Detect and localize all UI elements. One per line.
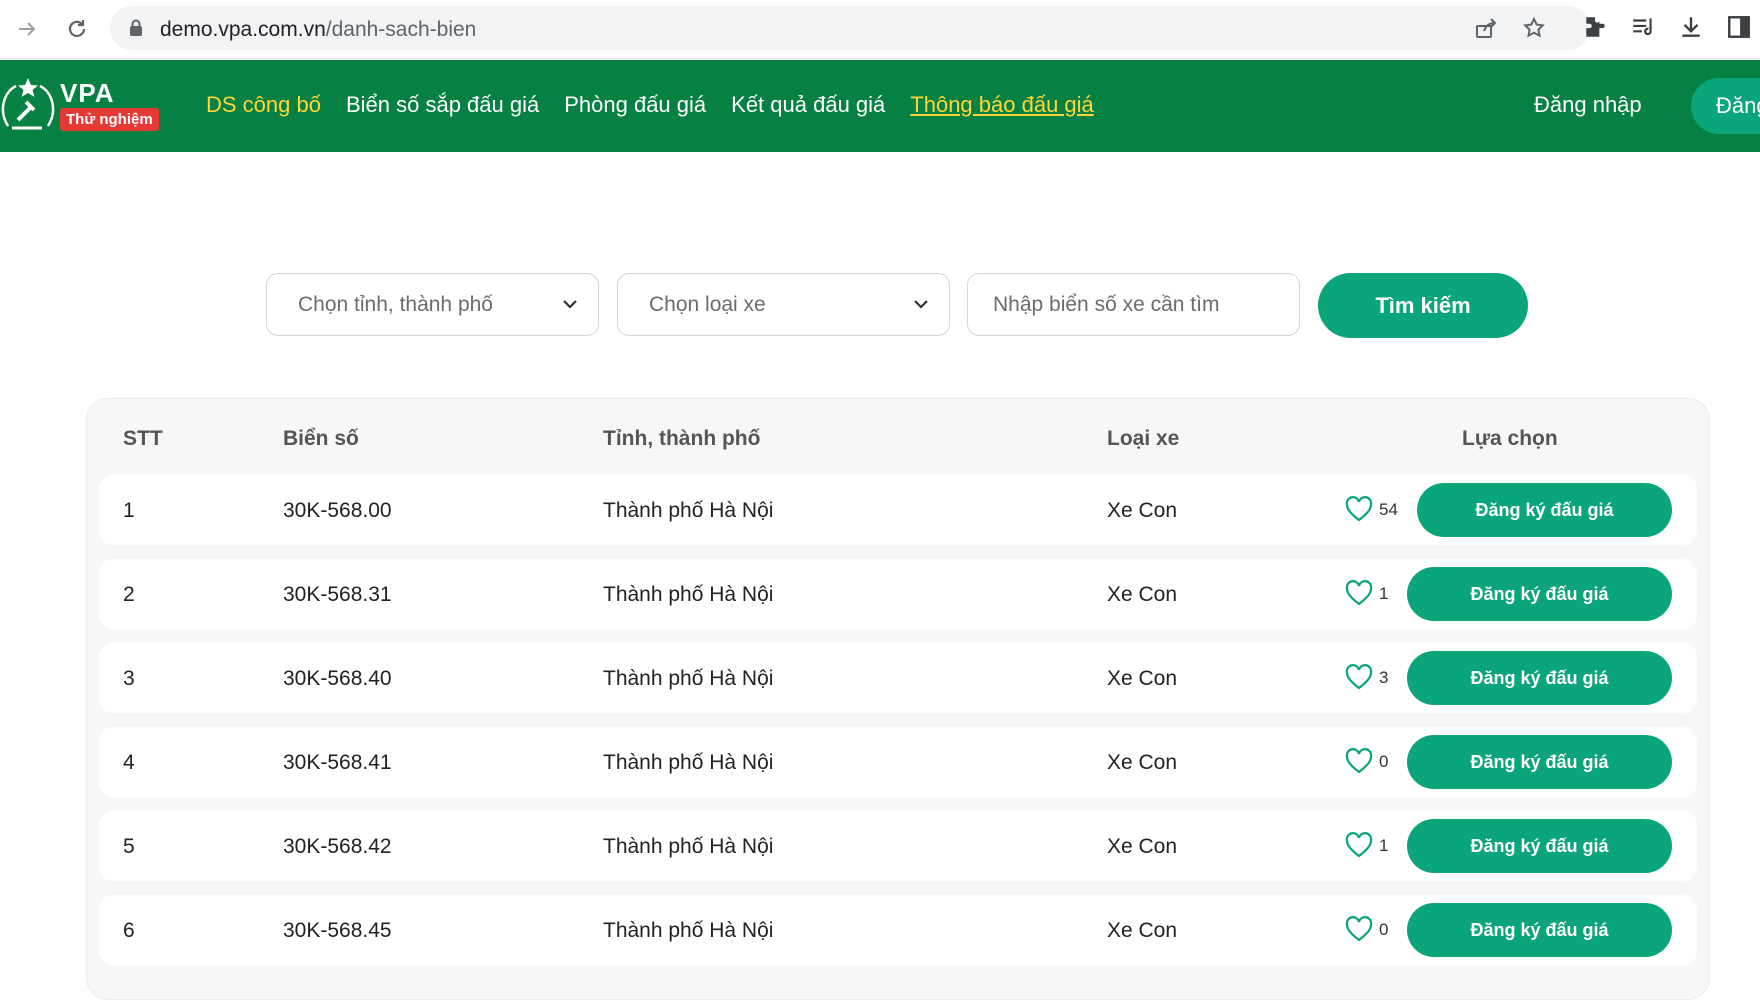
download-icon[interactable] [1678, 14, 1706, 42]
cell-plate: 30K-568.40 [283, 667, 392, 690]
like-count: 3 [1379, 668, 1389, 687]
table-row: 4 30K-568.41 Thành phố Hà Nội Xe Con 0 Đ… [99, 727, 1697, 797]
nav-thong-bao-dau-gia[interactable]: Thông báo đấu giá [910, 92, 1094, 118]
register-auction-button[interactable]: Đăng ký đấu giá [1407, 567, 1672, 621]
plate-search-input[interactable]: Nhập biển số xe cần tìm [967, 273, 1300, 336]
heart-icon[interactable] [1345, 832, 1373, 858]
cell-stt: 3 [123, 667, 135, 690]
cell-vehicle-type: Xe Con [1107, 499, 1178, 522]
like-count: 1 [1379, 584, 1389, 603]
register-auction-button[interactable]: Đăng ký đấu giá [1407, 651, 1672, 705]
cell-plate: 30K-568.45 [283, 919, 392, 942]
cell-province: Thành phố Hà Nội [603, 751, 774, 774]
cell-province: Thành phố Hà Nội [603, 835, 774, 858]
heart-icon[interactable] [1345, 664, 1373, 690]
table-row: 3 30K-568.40 Thành phố Hà Nội Xe Con 3 Đ… [99, 643, 1697, 713]
vehicle-type-select[interactable]: Chọn loại xe [617, 273, 950, 336]
nav-phong-dau-gia[interactable]: Phòng đấu giá [564, 92, 706, 118]
login-link[interactable]: Đăng nhập [1534, 92, 1642, 118]
sidepanel-icon[interactable] [1726, 14, 1754, 42]
header-choice: Lựa chọn [1462, 427, 1558, 450]
share-icon[interactable] [1474, 16, 1498, 40]
cell-plate: 30K-568.00 [283, 499, 392, 522]
table-row: 6 30K-568.45 Thành phố Hà Nội Xe Con 0 Đ… [99, 895, 1697, 965]
cell-stt: 4 [123, 751, 135, 774]
like-count: 1 [1379, 836, 1389, 855]
chevron-down-icon [563, 300, 577, 309]
trial-badge: Thử nghiệm [60, 108, 159, 131]
register-auction-button[interactable]: Đăng ký đấu giá [1407, 903, 1672, 957]
site-header: VPA Thử nghiệm DS công bố Biển số sắp đấ… [0, 60, 1760, 152]
nav-ds-cong-bo[interactable]: DS công bố [206, 92, 321, 118]
nav-bien-so-sap-dau-gia[interactable]: Biển số sắp đấu giá [346, 92, 539, 118]
cell-province: Thành phố Hà Nội [603, 583, 774, 606]
brand-name: VPA [60, 78, 115, 108]
cell-vehicle-type: Xe Con [1107, 583, 1178, 606]
main-nav: DS công bố Biển số sắp đấu giá Phòng đấu… [206, 92, 1119, 118]
emblem-icon [1, 78, 55, 130]
table-header: STT Biển số Tỉnh, thành phố Loại xe Lựa … [87, 399, 1709, 479]
cell-province: Thành phố Hà Nội [603, 667, 774, 690]
cell-plate: 30K-568.31 [283, 583, 392, 606]
cell-province: Thành phố Hà Nội [603, 499, 774, 522]
like-count: 0 [1379, 752, 1389, 771]
header-plate: Biển số [283, 427, 359, 450]
forward-icon[interactable] [10, 12, 44, 46]
like-count: 54 [1379, 500, 1398, 519]
heart-icon[interactable] [1345, 916, 1373, 942]
reload-icon[interactable] [60, 12, 94, 46]
header-province: Tỉnh, thành phố [603, 427, 761, 450]
table-row: 5 30K-568.42 Thành phố Hà Nội Xe Con 1 Đ… [99, 811, 1697, 881]
star-icon[interactable] [1522, 16, 1546, 40]
cell-plate: 30K-568.41 [283, 751, 392, 774]
table-row: 1 30K-568.00 Thành phố Hà Nội Xe Con 54 … [99, 475, 1697, 545]
cell-vehicle-type: Xe Con [1107, 751, 1178, 774]
heart-icon[interactable] [1345, 496, 1373, 522]
cell-vehicle-type: Xe Con [1107, 919, 1178, 942]
extensions-icon[interactable] [1582, 14, 1610, 42]
table-row: 2 30K-568.31 Thành phố Hà Nội Xe Con 1 Đ… [99, 559, 1697, 629]
cell-stt: 5 [123, 835, 135, 858]
nav-ket-qua-dau-gia[interactable]: Kết quả đấu giá [731, 92, 885, 118]
url-text: demo.vpa.com.vn/danh-sach-bien [160, 18, 477, 41]
cell-stt: 6 [123, 919, 135, 942]
media-icon[interactable] [1630, 14, 1658, 42]
plate-table: STT Biển số Tỉnh, thành phố Loại xe Lựa … [86, 398, 1710, 1000]
province-select[interactable]: Chọn tỉnh, thành phố [266, 273, 599, 336]
browser-toolbar: demo.vpa.com.vn/danh-sach-bien [0, 0, 1760, 59]
vpa-logo[interactable]: VPA Thử nghiệm [0, 76, 160, 138]
heart-icon[interactable] [1345, 748, 1373, 774]
search-button[interactable]: Tìm kiếm [1318, 273, 1528, 338]
register-button[interactable]: Đăng ký [1691, 78, 1760, 134]
chevron-down-icon [914, 300, 928, 309]
header-vehicle-type: Loại xe [1107, 427, 1180, 450]
cell-stt: 2 [123, 583, 135, 606]
register-auction-button[interactable]: Đăng ký đấu giá [1417, 483, 1672, 537]
header-stt: STT [123, 427, 163, 450]
cell-vehicle-type: Xe Con [1107, 835, 1178, 858]
cell-plate: 30K-568.42 [283, 835, 392, 858]
address-bar[interactable]: demo.vpa.com.vn/danh-sach-bien [110, 6, 1590, 50]
register-auction-button[interactable]: Đăng ký đấu giá [1407, 735, 1672, 789]
cell-stt: 1 [123, 499, 135, 522]
heart-icon[interactable] [1345, 580, 1373, 606]
cell-vehicle-type: Xe Con [1107, 667, 1178, 690]
like-count: 0 [1379, 920, 1389, 939]
register-auction-button[interactable]: Đăng ký đấu giá [1407, 819, 1672, 873]
cell-province: Thành phố Hà Nội [603, 919, 774, 942]
lock-icon [128, 18, 144, 43]
